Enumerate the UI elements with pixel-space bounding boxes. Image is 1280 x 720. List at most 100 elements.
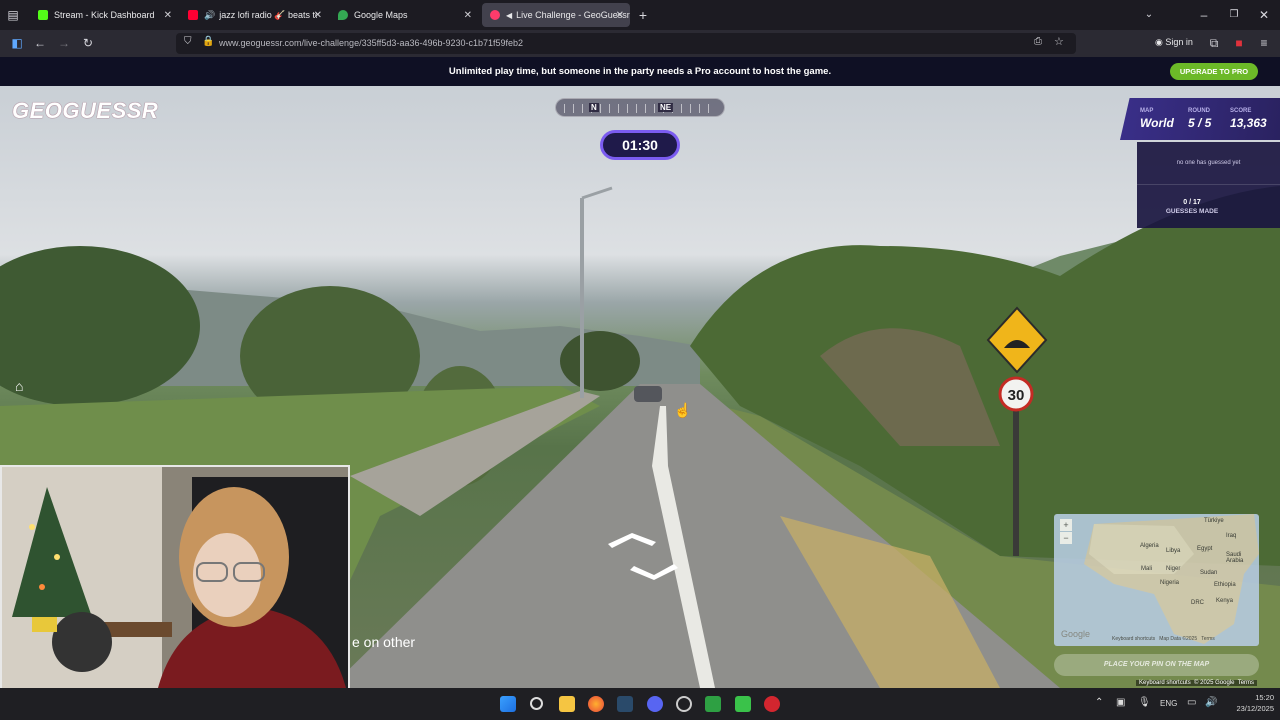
- map-label-drc: DRC: [1191, 600, 1204, 606]
- monitor-icon[interactable]: ▭: [1187, 697, 1196, 708]
- tab-lofi-radio[interactable]: 🔊 jazz lofi radio 🎸 beats to c ✕: [180, 3, 328, 27]
- firefox-icon[interactable]: [588, 696, 604, 712]
- volume-icon[interactable]: 🔊: [1205, 697, 1217, 708]
- lamp-post: [580, 198, 584, 398]
- language-indicator[interactable]: ENG: [1160, 699, 1177, 708]
- windows-start-icon[interactable]: [500, 696, 516, 712]
- chat-icon[interactable]: ⌂: [15, 378, 23, 394]
- clock-time[interactable]: 15:20: [1222, 693, 1274, 702]
- banner-message: Unlimited play time, but someone in the …: [448, 66, 832, 77]
- tab-close-icon[interactable]: ✕: [464, 10, 472, 21]
- sign-post: [1013, 406, 1019, 556]
- app-red-icon[interactable]: [764, 696, 780, 712]
- kick-favicon-icon: [38, 10, 48, 20]
- round-value: 5 / 5: [1188, 116, 1212, 130]
- shield-icon[interactable]: ⛉: [184, 36, 192, 47]
- kick-app-icon[interactable]: [735, 696, 751, 712]
- street-view-footer: Keyboard shortcuts © 2025 Google Terms: [1136, 680, 1258, 686]
- upgrade-to-pro-button[interactable]: UPGRADE TO PRO: [1170, 63, 1258, 80]
- tab-kick-dashboard[interactable]: Stream - Kick Dashboard ✕: [30, 3, 178, 27]
- guess-status-text: no one has guessed yet: [1176, 160, 1241, 166]
- minimize-icon[interactable]: –: [1195, 6, 1213, 24]
- extension-badge-icon[interactable]: ■: [1230, 34, 1248, 52]
- tab-close-icon[interactable]: ✕: [616, 10, 624, 21]
- tab-close-icon[interactable]: ✕: [164, 10, 172, 21]
- guesses-count: 0 / 17: [1183, 199, 1201, 206]
- lock-icon[interactable]: 🔒: [202, 36, 214, 47]
- stream-caption: e on other: [352, 634, 416, 650]
- map-label-kenya: Kenya: [1216, 598, 1234, 604]
- zoom-out-button[interactable]: −: [1060, 532, 1072, 544]
- map-value: World: [1140, 116, 1174, 130]
- tab-list-icon[interactable]: ▤: [4, 6, 22, 24]
- guess-minimap[interactable]: Türkiye Iraq Algeria Libya Egypt Saudi A…: [1054, 514, 1259, 646]
- compass-mark-ne: NE: [658, 103, 674, 112]
- tab-google-maps[interactable]: Google Maps ✕: [330, 3, 478, 27]
- map-label-turkiye: Türkiye: [1204, 518, 1224, 524]
- guesses-made-label: GUESSES MADE: [1165, 208, 1219, 215]
- tray-chevron-icon[interactable]: ⌃: [1095, 697, 1103, 708]
- google-logo: Google: [1061, 629, 1091, 639]
- extensions-icon[interactable]: ⧉: [1205, 34, 1223, 52]
- tab-label: Google Maps: [354, 10, 408, 20]
- file-explorer-icon[interactable]: [559, 696, 575, 712]
- map-label-algeria: Algeria: [1140, 543, 1159, 549]
- webcam-image: [2, 467, 348, 718]
- tab-label: Live Challenge - GeoGuessr: [516, 10, 630, 20]
- forward-icon[interactable]: →: [55, 34, 73, 52]
- compass-mark-n: N: [589, 103, 599, 112]
- sidebar-icon[interactable]: ◧: [8, 34, 26, 52]
- tab-close-icon[interactable]: ✕: [314, 10, 322, 21]
- chevron-down-icon[interactable]: ⌄: [1140, 6, 1158, 24]
- game-status-panel: MAP World ROUND 5 / 5 SCORE 13,363: [1120, 98, 1280, 140]
- map-label-sudan: Sudan: [1200, 570, 1218, 576]
- map-label-niger: Niger: [1166, 566, 1181, 572]
- new-tab-icon[interactable]: +: [634, 6, 652, 24]
- map-label-egypt: Egypt: [1197, 546, 1213, 552]
- url-text: www.geoguessr.com/live-challenge/335ff5d…: [219, 38, 524, 48]
- compass: N NE: [555, 98, 725, 117]
- address-bar[interactable]: ⛉ 🔒 www.geoguessr.com/live-challenge/335…: [176, 33, 1076, 54]
- map-label-mali: Mali: [1141, 566, 1153, 572]
- back-icon[interactable]: ←: [31, 34, 49, 52]
- maps-favicon-icon: [338, 10, 348, 20]
- browser-nav-bar: ◧ ← → ↻ ⛉ 🔒 www.geoguessr.com/live-chall…: [0, 30, 1280, 57]
- divider: [1137, 184, 1280, 185]
- score-value: 13,363: [1230, 116, 1267, 130]
- round-label: ROUND: [1188, 108, 1210, 114]
- map-label: MAP: [1140, 108, 1154, 114]
- window-close-icon[interactable]: ✕: [1255, 6, 1273, 24]
- compass-ticks: [564, 104, 714, 113]
- round-timer: 01:30: [600, 130, 680, 160]
- car: [634, 386, 662, 402]
- reload-icon[interactable]: ↻: [79, 34, 97, 52]
- tab-label: Stream - Kick Dashboard: [54, 10, 155, 20]
- map-label-nigeria: Nigeria: [1160, 580, 1180, 586]
- xbox-icon[interactable]: [705, 696, 721, 712]
- speaker-icon[interactable]: ◀: [506, 11, 512, 20]
- hand-cursor-icon: ☝: [674, 402, 692, 418]
- speaker-icon[interactable]: 🔊: [204, 10, 215, 21]
- steam-icon[interactable]: [617, 696, 633, 712]
- bookmark-star-icon[interactable]: ☆: [1054, 35, 1064, 48]
- zoom-in-button[interactable]: +: [1060, 519, 1072, 531]
- sign-in-button[interactable]: ◉ Sign in: [1155, 37, 1193, 48]
- search-icon[interactable]: [530, 697, 543, 710]
- account-icon: ◉: [1155, 37, 1163, 47]
- youtube-favicon-icon: [188, 10, 198, 20]
- sign-in-label: Sign in: [1165, 37, 1193, 47]
- clock-date[interactable]: 23/12/2025: [1222, 704, 1274, 713]
- discord-icon[interactable]: [647, 696, 663, 712]
- tree: [560, 331, 640, 391]
- map-label-ethiopia: Ethiopia: [1214, 582, 1236, 588]
- reader-icon[interactable]: ⎙: [1034, 36, 1042, 47]
- tab-geoguessr[interactable]: ◀ Live Challenge - GeoGuessr ✕: [482, 3, 630, 27]
- microphone-icon[interactable]: 🎙: [1138, 697, 1151, 708]
- maximize-icon[interactable]: ❐: [1225, 6, 1243, 24]
- tray-app-icon[interactable]: ▣: [1116, 697, 1125, 708]
- pro-banner: Unlimited play time, but someone in the …: [0, 57, 1280, 86]
- speed-limit-value: 30: [1008, 387, 1025, 404]
- place-pin-button[interactable]: PLACE YOUR PIN ON THE MAP: [1054, 654, 1259, 676]
- obs-icon[interactable]: [676, 696, 692, 712]
- menu-icon[interactable]: ≡: [1255, 34, 1273, 52]
